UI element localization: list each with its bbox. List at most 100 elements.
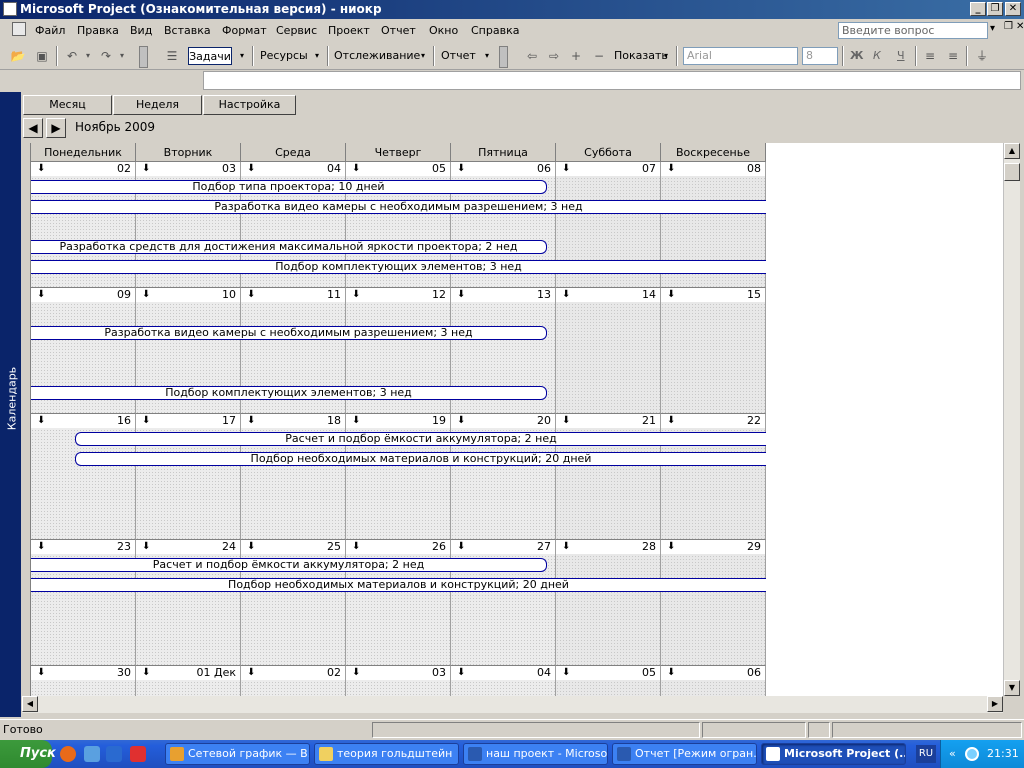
task-bar[interactable]: Подбор типа проектора; 10 дней: [31, 180, 547, 194]
day-number-bar[interactable]: ⬇ 26: [346, 540, 450, 554]
day-number-bar[interactable]: ⬇ 28: [556, 540, 660, 554]
day-number-bar[interactable]: ⬇ 30: [31, 666, 135, 680]
task-word-1[interactable]: наш проект - Microso...: [463, 743, 608, 765]
firefox-icon[interactable]: [60, 746, 76, 762]
align-center-icon[interactable]: ≡: [945, 48, 961, 64]
day-number-bar[interactable]: ⬇ 20: [451, 414, 555, 428]
day-expand-arrow-icon[interactable]: ⬇: [37, 414, 45, 428]
day-expand-arrow-icon[interactable]: ⬇: [352, 540, 360, 554]
toolbar-options-icon[interactable]: [139, 46, 148, 68]
redo-dropdown-icon[interactable]: ▾: [114, 48, 130, 64]
menu-insert[interactable]: Вставка: [164, 24, 211, 37]
resources-dropdown-icon[interactable]: ▾: [315, 47, 319, 65]
week-gutter[interactable]: [22, 162, 31, 288]
nav-right-icon[interactable]: ⇨: [546, 48, 562, 64]
tab-settings[interactable]: Настройка: [203, 95, 296, 115]
messenger-icon[interactable]: [84, 746, 100, 762]
scroll-left-icon[interactable]: ◀: [22, 696, 38, 712]
report-button[interactable]: Отчет: [441, 47, 476, 65]
ask-question-input[interactable]: Введите вопрос: [838, 22, 988, 39]
day-expand-arrow-icon[interactable]: ⬇: [352, 288, 360, 302]
task-bar[interactable]: Расчет и подбор ёмкости аккумулятора; 2 …: [75, 432, 766, 446]
tracking-dropdown-icon[interactable]: ▾: [421, 47, 425, 65]
day-expand-arrow-icon[interactable]: ⬇: [142, 540, 150, 554]
language-indicator[interactable]: RU: [916, 745, 936, 763]
tracking-button[interactable]: Отслеживание: [334, 47, 420, 65]
tab-month[interactable]: Месяц: [23, 95, 112, 115]
day-expand-arrow-icon[interactable]: ⬇: [247, 414, 255, 428]
day-expand-arrow-icon[interactable]: ⬇: [562, 288, 570, 302]
day-number-bar[interactable]: ⬇ 03: [136, 162, 240, 176]
day-number-bar[interactable]: ⬇ 04: [241, 162, 345, 176]
day-number-bar[interactable]: ⬇ 03: [346, 666, 450, 680]
maximize-button[interactable]: ❐: [987, 2, 1003, 16]
filter-icon[interactable]: ⏚: [974, 48, 990, 64]
task-word-2[interactable]: Отчет [Режим огран...: [612, 743, 757, 765]
minus-icon[interactable]: −: [591, 48, 607, 64]
vertical-scrollbar[interactable]: ▲ ▼: [1003, 143, 1020, 696]
day-number-bar[interactable]: ⬇ 05: [346, 162, 450, 176]
scroll-down-icon[interactable]: ▼: [1004, 680, 1020, 696]
tray-expand-icon[interactable]: «: [949, 740, 956, 768]
report-dropdown-icon[interactable]: ▾: [485, 47, 489, 65]
day-number-bar[interactable]: ⬇ 18: [241, 414, 345, 428]
day-cell[interactable]: ⬇ 02: [241, 666, 346, 696]
show-dropdown-icon[interactable]: ▾: [664, 47, 668, 65]
task-folder[interactable]: теория гольдштейн: [314, 743, 459, 765]
horizontal-scrollbar[interactable]: ◀ ▶: [22, 696, 1003, 713]
undo-dropdown-icon[interactable]: ▾: [80, 48, 96, 64]
week-gutter[interactable]: [22, 288, 31, 414]
day-expand-arrow-icon[interactable]: ⬇: [247, 540, 255, 554]
day-expand-arrow-icon[interactable]: ⬇: [142, 414, 150, 428]
menu-view[interactable]: Вид: [130, 24, 152, 37]
day-number-bar[interactable]: ⬇ 15: [661, 288, 765, 302]
day-number-bar[interactable]: ⬇ 25: [241, 540, 345, 554]
day-number-bar[interactable]: ⬇ 11: [241, 288, 345, 302]
network-icon[interactable]: [965, 747, 979, 761]
menu-report[interactable]: Отчет: [381, 24, 416, 37]
day-cell[interactable]: ⬇ 06: [661, 666, 766, 696]
day-number-bar[interactable]: ⬇ 09: [31, 288, 135, 302]
day-number-bar[interactable]: ⬇ 05: [556, 666, 660, 680]
day-number-bar[interactable]: ⬇ 17: [136, 414, 240, 428]
day-number-bar[interactable]: ⬇ 02: [241, 666, 345, 680]
day-expand-arrow-icon[interactable]: ⬇: [457, 666, 465, 680]
menu-format[interactable]: Формат: [222, 24, 267, 37]
task-bar[interactable]: Разработка видео камеры с необходимым ра…: [31, 326, 547, 340]
day-number-bar[interactable]: ⬇ 27: [451, 540, 555, 554]
day-cell[interactable]: ⬇ 28: [556, 540, 661, 666]
day-expand-arrow-icon[interactable]: ⬇: [667, 414, 675, 428]
day-number-bar[interactable]: ⬇ 29: [661, 540, 765, 554]
day-number-bar[interactable]: ⬇ 14: [556, 288, 660, 302]
guide-icon[interactable]: ☰: [164, 48, 180, 64]
day-expand-arrow-icon[interactable]: ⬇: [247, 162, 255, 176]
start-button[interactable]: Пуск: [0, 740, 56, 768]
day-expand-arrow-icon[interactable]: ⬇: [37, 666, 45, 680]
day-number-bar[interactable]: ⬇ 23: [31, 540, 135, 554]
bold-button[interactable]: Ж: [850, 47, 863, 65]
undo-icon[interactable]: ↶: [64, 48, 80, 64]
day-expand-arrow-icon[interactable]: ⬇: [667, 540, 675, 554]
day-cell[interactable]: ⬇ 30: [31, 666, 136, 696]
font-select[interactable]: Arial: [683, 47, 798, 65]
redo-icon[interactable]: ↷: [98, 48, 114, 64]
minimize-button[interactable]: _: [970, 2, 986, 16]
day-expand-arrow-icon[interactable]: ⬇: [142, 162, 150, 176]
day-expand-arrow-icon[interactable]: ⬇: [37, 162, 45, 176]
task-bar[interactable]: Разработка видео камеры с необходимым ра…: [31, 200, 766, 214]
day-expand-arrow-icon[interactable]: ⬇: [457, 414, 465, 428]
day-expand-arrow-icon[interactable]: ⬇: [667, 288, 675, 302]
resources-button[interactable]: Ресурсы: [260, 47, 308, 65]
day-number-bar[interactable]: ⬇ 24: [136, 540, 240, 554]
day-number-bar[interactable]: ⬇ 01 Дек: [136, 666, 240, 680]
day-number-bar[interactable]: ⬇ 16: [31, 414, 135, 428]
save-icon[interactable]: ▣: [34, 48, 50, 64]
menu-file[interactable]: Файл: [35, 24, 65, 37]
toolbar-options-icon-2[interactable]: [499, 46, 508, 68]
quicklaunch-icon[interactable]: [130, 746, 146, 762]
day-number-bar[interactable]: ⬇ 21: [556, 414, 660, 428]
tasks-dropdown-icon[interactable]: ▾: [240, 47, 244, 65]
task-bar[interactable]: Подбор необходимых материалов и конструк…: [75, 452, 766, 466]
ask-dropdown-icon[interactable]: ▾: [990, 23, 995, 34]
day-number-bar[interactable]: ⬇ 13: [451, 288, 555, 302]
